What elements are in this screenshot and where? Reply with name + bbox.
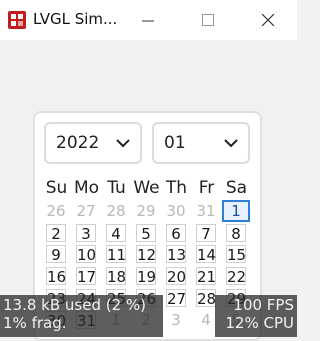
calendar-day[interactable]: 10	[76, 245, 96, 264]
calendar-day[interactable]: 29	[136, 202, 156, 220]
cpu-text: 12% CPU	[225, 314, 294, 332]
month-dropdown[interactable]: 01	[152, 122, 250, 164]
calendar-day[interactable]: 7	[196, 224, 216, 243]
window-title: LVGL Sim...	[33, 10, 118, 28]
calendar-day[interactable]: 20	[166, 267, 186, 286]
weekday-label: Sa	[225, 178, 248, 198]
calendar-day[interactable]: 8	[226, 224, 246, 243]
close-icon	[261, 13, 275, 27]
calendar-day[interactable]: 4	[196, 311, 216, 329]
weekday-label: Fr	[198, 178, 215, 198]
calendar-day[interactable]: 16	[46, 267, 66, 286]
calendar-day[interactable]: 12	[136, 245, 156, 264]
calendar-day[interactable]: 30	[166, 202, 186, 220]
calendar-day[interactable]: 18	[106, 267, 126, 286]
calendar-day[interactable]: 3	[76, 224, 96, 243]
calendar-day[interactable]: 11	[106, 245, 126, 264]
weekday-label: Mo	[73, 178, 100, 198]
maximize-button[interactable]	[188, 0, 228, 40]
memory-monitor: 13.8 kB used (2 %) 1% frag.	[0, 295, 163, 337]
calendar-day[interactable]: 27	[76, 202, 96, 220]
calendar-day[interactable]: 15	[226, 245, 246, 264]
month-value: 01	[164, 133, 186, 153]
calendar-day[interactable]: 5	[136, 224, 156, 243]
calendar-day[interactable]: 3	[166, 311, 186, 329]
minimize-button[interactable]	[128, 0, 168, 40]
memory-frag-text: 1% frag.	[3, 314, 67, 332]
calendar-day[interactable]: 28	[106, 202, 126, 220]
chevron-down-icon	[224, 139, 238, 148]
calendar-day[interactable]: 22	[226, 267, 246, 286]
calendar-day[interactable]: 9	[46, 245, 66, 264]
year-value: 2022	[56, 133, 100, 153]
weekday-label: Su	[45, 178, 68, 198]
calendar-day[interactable]: 2	[46, 224, 66, 243]
weekday-label: Tu	[107, 178, 126, 198]
calendar-day[interactable]: 6	[166, 224, 186, 243]
close-button[interactable]	[248, 0, 288, 40]
calendar-day[interactable]: 17	[76, 267, 96, 286]
window-titlebar: LVGL Sim...	[0, 0, 297, 40]
weekday-label: Th	[165, 178, 188, 198]
calendar-day[interactable]: 28	[196, 289, 216, 308]
calendar-day[interactable]: 13	[166, 245, 186, 264]
calendar-day[interactable]: 21	[196, 267, 216, 286]
calendar-day[interactable]: 4	[106, 224, 126, 243]
calendar-day[interactable]: 31	[196, 202, 216, 220]
calendar-day[interactable]: 19	[136, 267, 156, 286]
calendar-day-selected[interactable]: 1	[222, 200, 250, 222]
minimize-icon	[142, 20, 154, 22]
weekday-label: We	[133, 178, 160, 198]
calendar-day[interactable]: 27	[166, 289, 186, 308]
maximize-icon	[202, 14, 214, 26]
year-dropdown[interactable]: 2022	[44, 122, 142, 164]
calendar-day[interactable]: 14	[196, 245, 216, 264]
fps-text: 100 FPS	[233, 296, 294, 314]
performance-monitor: 100 FPS 12% CPU	[215, 295, 297, 337]
calendar-day[interactable]: 26	[46, 202, 66, 220]
app-icon	[8, 11, 26, 29]
chevron-down-icon	[116, 139, 130, 148]
memory-used-text: 13.8 kB used (2 %)	[3, 296, 147, 314]
